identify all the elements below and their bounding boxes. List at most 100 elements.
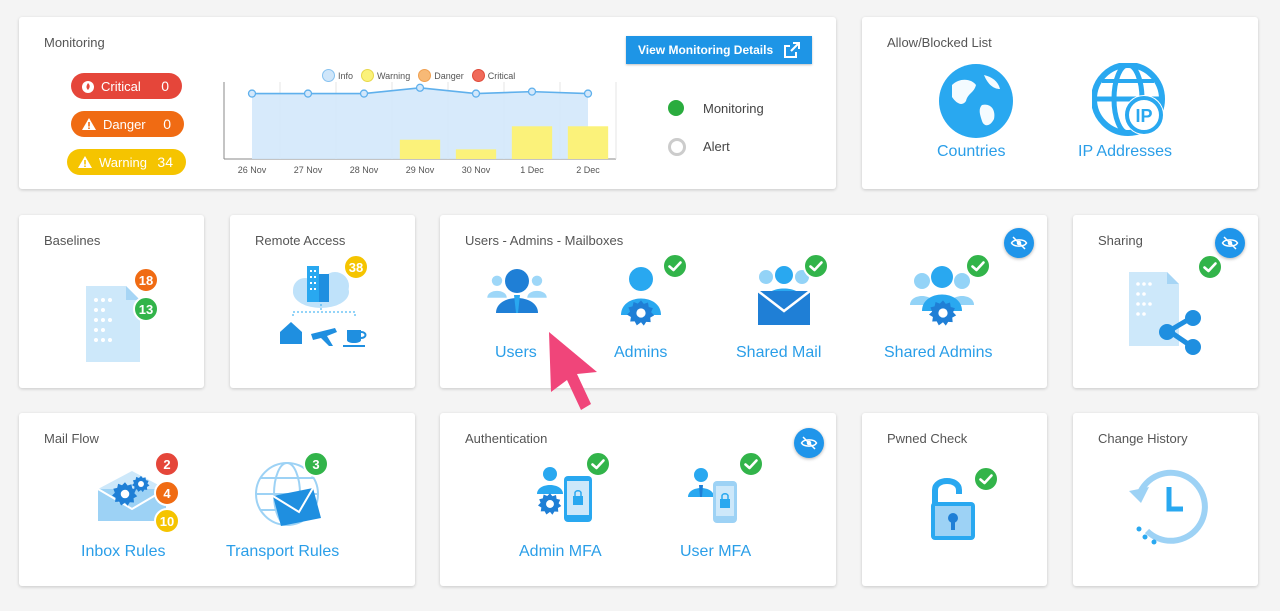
status-alert-label: Alert <box>703 139 730 154</box>
mail-flow-card: Mail Flow 2 4 10 Inbox Rules 3 Transport… <box>19 413 415 586</box>
sharing-check-icon <box>1197 254 1223 280</box>
warning-bar <box>567 126 609 159</box>
pwned-check-icon <box>973 466 999 492</box>
monitoring-status-dot <box>668 100 684 116</box>
admins-tile[interactable]: Admins <box>605 255 695 370</box>
history-clock-icon <box>1125 469 1209 554</box>
danger-label: Danger <box>103 116 146 132</box>
svg-text:IP: IP <box>1135 106 1152 126</box>
change-history-card[interactable]: Change History <box>1073 413 1258 586</box>
info-point <box>303 89 313 98</box>
users-admins-card: Users - Admins - Mailboxes Users Admins … <box>440 215 1047 388</box>
user-mfa-label: User MFA <box>680 543 752 560</box>
inbox-rules-label: Inbox Rules <box>81 543 166 560</box>
remote-access-title: Remote Access <box>255 233 346 248</box>
sharing-card[interactable]: Sharing <box>1073 215 1258 388</box>
ip-addresses-label: IP Addresses <box>1078 143 1172 160</box>
inbox-rules-tile[interactable]: 2 4 10 Inbox Rules <box>74 451 194 576</box>
info-point <box>415 83 425 92</box>
inbox-rules-badge-orange: 4 <box>154 480 180 506</box>
users-group-icon <box>484 265 550 332</box>
warning-count: 34 <box>157 154 173 170</box>
x-tick-label: 1 Dec <box>520 165 544 175</box>
users-label: Users <box>495 344 537 361</box>
status-monitoring-label: Monitoring <box>703 101 764 116</box>
monitoring-chart <box>223 82 617 160</box>
inbox-rules-badge-red: 2 <box>154 451 180 477</box>
transport-rules-badge: 3 <box>303 451 329 477</box>
warning-triangle-icon <box>77 155 93 169</box>
ip-addresses-tile[interactable]: IP IP Addresses <box>1076 57 1186 182</box>
user-mfa-tile[interactable]: User MFA <box>670 451 780 576</box>
info-point <box>583 89 593 98</box>
allow-blocked-title: Allow/Blocked List <box>887 35 992 50</box>
baselines-card[interactable]: Baselines 18 13 <box>19 215 204 388</box>
shared-mail-check-icon <box>803 253 829 279</box>
authentication-title: Authentication <box>465 431 548 446</box>
pwned-check-card[interactable]: Pwned Check <box>862 413 1047 586</box>
hide-eye-icon[interactable] <box>1004 228 1034 258</box>
transport-rules-label: Transport Rules <box>226 543 340 560</box>
x-tick-label: 27 Nov <box>293 165 323 175</box>
hide-eye-icon[interactable] <box>794 428 824 458</box>
warning-label: Warning <box>99 154 147 170</box>
info-point <box>527 87 537 96</box>
warning-pill[interactable]: Warning 34 <box>67 149 186 175</box>
transport-rules-tile[interactable]: 3 Transport Rules <box>224 451 374 576</box>
shared-mail-tile[interactable]: Shared Mail <box>730 255 840 370</box>
remote-access-badge: 38 <box>343 254 369 280</box>
info-point <box>471 89 481 98</box>
critical-label: Critical <box>101 78 141 94</box>
x-tick-label: 26 Nov <box>237 165 267 175</box>
globe-icon <box>938 63 1014 144</box>
allow-blocked-card: Allow/Blocked List Countries IP IP Addre… <box>862 17 1258 189</box>
legend-critical: Critical <box>471 69 515 82</box>
sharing-title: Sharing <box>1098 233 1143 248</box>
ip-globe-icon: IP <box>1091 62 1168 144</box>
critical-count: 0 <box>161 78 169 94</box>
authentication-card: Authentication Admin MFA User MFA <box>440 413 836 586</box>
inbox-rules-badge-yellow: 10 <box>154 508 180 534</box>
shared-mail-label: Shared Mail <box>736 344 822 361</box>
change-history-title: Change History <box>1098 431 1188 446</box>
admin-mfa-tile[interactable]: Admin MFA <box>515 451 625 576</box>
countries-tile[interactable]: Countries <box>922 57 1032 182</box>
shared-admins-tile[interactable]: Shared Admins <box>880 255 1020 370</box>
admins-label: Admins <box>614 344 668 361</box>
pwned-check-title: Pwned Check <box>887 431 968 446</box>
info-point <box>359 89 369 98</box>
monitoring-card: Monitoring Critical 0 Danger 0 Warning 3… <box>19 17 836 189</box>
critical-pill[interactable]: Critical 0 <box>71 73 182 99</box>
legend-warning: Warning <box>361 69 410 82</box>
danger-pill[interactable]: Danger 0 <box>71 111 184 137</box>
admin-mfa-check-icon <box>585 451 611 477</box>
x-tick-label: 30 Nov <box>461 165 491 175</box>
x-tick-label: 2 Dec <box>576 165 600 175</box>
mail-flow-title: Mail Flow <box>44 431 99 446</box>
fire-icon <box>81 79 95 93</box>
shared-admins-check-icon <box>965 253 991 279</box>
baselines-badge-green: 13 <box>133 296 159 322</box>
user-phone-icon <box>685 467 747 534</box>
chart-legend: Info Warning Danger Critical <box>322 69 515 82</box>
admins-check-icon <box>662 253 688 279</box>
admin-gear-icon <box>619 265 663 336</box>
baselines-title: Baselines <box>44 233 101 248</box>
legend-danger: Danger <box>418 69 464 82</box>
admin-mfa-label: Admin MFA <box>519 543 602 560</box>
external-link-icon <box>784 42 800 58</box>
danger-count: 0 <box>163 116 171 132</box>
alert-status-dot <box>668 138 686 156</box>
view-monitoring-details-button[interactable]: View Monitoring Details <box>626 36 812 64</box>
x-tick-label: 29 Nov <box>405 165 435 175</box>
legend-info: Info <box>322 69 353 82</box>
document-share-icon <box>1129 272 1203 361</box>
countries-label: Countries <box>937 143 1006 160</box>
warning-bar <box>455 149 497 159</box>
remote-access-card[interactable]: Remote Access 38 <box>230 215 415 388</box>
warning-triangle-icon <box>81 117 97 131</box>
pointer-cursor-icon <box>545 330 601 419</box>
unlocked-padlock-icon <box>927 476 979 547</box>
user-mfa-check-icon <box>738 451 764 477</box>
baselines-badge-orange: 18 <box>133 267 159 293</box>
